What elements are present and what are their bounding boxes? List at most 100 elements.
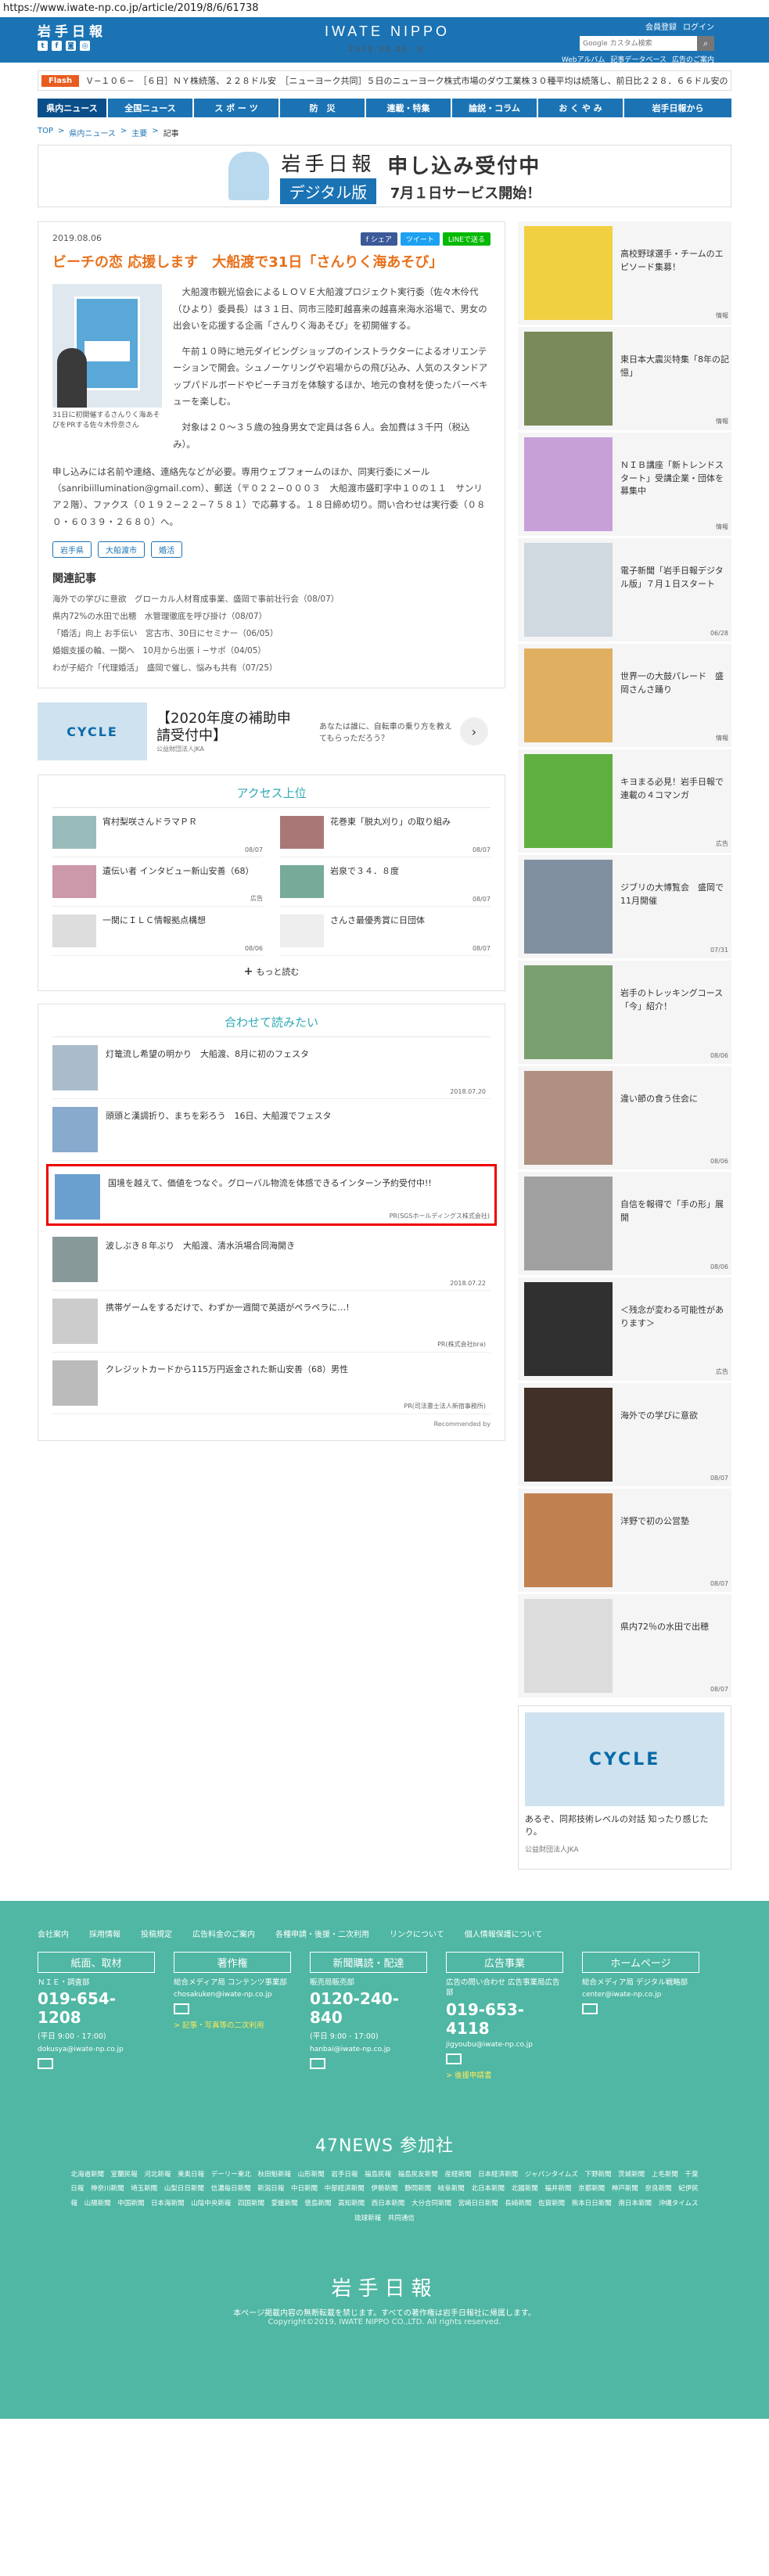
- login-link[interactable]: ログイン: [683, 20, 714, 32]
- news47-members[interactable]: 北海道新聞 室蘭民報 河北新報 東奥日報 デーリー東北 秋田魁新報 山形新聞 岩…: [69, 2168, 700, 2226]
- article-photo[interactable]: [52, 284, 162, 408]
- tag-iwate[interactable]: 岩手県: [52, 541, 92, 558]
- sidebar-item[interactable]: 違い節の食う住会に 08/06: [518, 1066, 731, 1169]
- sidebar-item[interactable]: 高校野球選手・チームのエピソード集募！ 情報: [518, 221, 731, 325]
- register-link[interactable]: 会員登録: [645, 20, 677, 32]
- sponsorship-link[interactable]: > 後援申請書: [446, 2069, 563, 2080]
- footer-link[interactable]: 会社案内: [38, 1928, 69, 1939]
- facebook-icon[interactable]: f: [52, 41, 62, 51]
- more-button[interactable]: + もっと読む: [52, 965, 491, 978]
- tweet-button[interactable]: ツイート: [400, 232, 440, 246]
- footer-link[interactable]: リンクについて: [390, 1928, 444, 1939]
- web-album-link[interactable]: Webアルバム: [562, 54, 605, 64]
- nav-editorial[interactable]: 論説・コラム: [452, 99, 538, 117]
- mail-icon[interactable]: [310, 2057, 325, 2069]
- facebook-share-button[interactable]: f シェア: [360, 232, 397, 246]
- sidebar-item[interactable]: キヨまる必見！岩手日報で連載の４コマンガ 広告: [518, 749, 731, 853]
- cycle-ad[interactable]: CYCLE 【2020年度の補助申請受付中】 公益財団法人JKA あなたは誰に、…: [38, 701, 505, 763]
- email-link[interactable]: dokusya@iwate-np.co.jp: [38, 2046, 155, 2053]
- nav-from-nippo[interactable]: 岩手日報から: [624, 99, 731, 117]
- tag-ofunato[interactable]: 大船渡市: [98, 541, 145, 558]
- recommend-item[interactable]: 頭頭と漢調折り、まちを彩ろう 16日、大船渡でフェスタ: [52, 1099, 491, 1162]
- flash-text[interactable]: Ｖ−１０６− ［６日］ＮＹ株続落、２２８ドル安 ［ニューヨーク共同］５日のニュー…: [85, 74, 731, 87]
- crumb-main[interactable]: 主要: [131, 127, 147, 138]
- sidebar-item[interactable]: 県内72％の水田で出穂 08/07: [518, 1594, 731, 1698]
- sidebar-item[interactable]: 世界一の大鼓パレード 盛岡さんさ踊り 情報: [518, 644, 731, 747]
- nav-national-news[interactable]: 全国ニュース: [108, 99, 194, 117]
- phone-number[interactable]: 019-654-1208: [38, 1989, 155, 2027]
- crumb-local[interactable]: 県内ニュース: [69, 127, 116, 138]
- email-link[interactable]: jigyoubu@iwate-np.co.jp: [446, 2041, 563, 2049]
- footer-link[interactable]: 各種申請・後援・二次利用: [275, 1928, 369, 1939]
- footer-link[interactable]: 個人情報保護について: [465, 1928, 543, 1939]
- phone-number[interactable]: 019-653-4118: [446, 2000, 563, 2038]
- twitter-icon[interactable]: t: [38, 41, 48, 51]
- ranking-item[interactable]: 花巻東「脱丸刈り」の取り組み 08/07: [280, 808, 491, 858]
- sidebar-item[interactable]: 海外での学びに意欲 08/07: [518, 1383, 731, 1486]
- site-logo[interactable]: 岩手日報: [38, 20, 106, 40]
- mail-icon[interactable]: [38, 2057, 53, 2069]
- recommend-item-highlighted[interactable]: 国境を越えて、価値をつなぐ。グローバル物流を体感できるインターン予約受付中!! P…: [46, 1164, 497, 1227]
- site-header: 岩手日報 t f ◙ ◎ IWATE NIPPO 2019.08.06. 火 会…: [0, 17, 769, 64]
- sidebar-thumb: [524, 754, 613, 848]
- recommend-item[interactable]: 携帯ゲームをするだけで、わずか一週間で英語がペラペラに…! PR(株式会社bra): [52, 1291, 491, 1353]
- article-tags: 岩手県 大船渡市 婚活: [52, 541, 491, 558]
- nav-sports[interactable]: ス ポ ー ツ: [194, 99, 280, 117]
- footer-link[interactable]: 採用情報: [89, 1928, 120, 1939]
- rss-icon[interactable]: ◙: [66, 41, 76, 51]
- email-link[interactable]: center@iwate-np.co.jp: [582, 1991, 699, 1999]
- brand-logo[interactable]: IWATE NIPPO 2019.08.06. 火: [309, 23, 465, 54]
- nav-local-news[interactable]: 県内ニュース: [38, 99, 108, 117]
- related-item[interactable]: 婚姻支援の輪、一関へ 10月から出張ｉ−サポ（04/05）: [52, 642, 491, 659]
- secondary-use-link[interactable]: > 記事・写真等の二次利用: [174, 2019, 291, 2030]
- related-item[interactable]: 「婚活」向上 お手伝い 宮古市、30日にセミナー（06/05）: [52, 625, 491, 642]
- phone-number[interactable]: 0120-240-840: [310, 1989, 427, 2027]
- related-item[interactable]: わが子紹介「代理婚活」 盛岡で催し、悩みも共有（07/25）: [52, 659, 491, 677]
- footer-logo[interactable]: 岩手日報: [38, 2272, 731, 2301]
- sidebar-item[interactable]: 東日本大震災特集「8年の記憶」 情報: [518, 327, 731, 430]
- sidebar-item[interactable]: 自信を報得で「手の形」展開 08/06: [518, 1172, 731, 1275]
- recommend-thumb: [52, 1299, 98, 1345]
- search-icon[interactable]: ⌕: [697, 36, 714, 51]
- sidebar-item[interactable]: 岩手のトレッキングコース「今」紹介！ 08/06: [518, 961, 731, 1064]
- ad-info-link[interactable]: 広告のご案内: [672, 54, 714, 64]
- recommend-item[interactable]: 波しぶき８年ぶり 大船渡、清水浜場合同海開き 2018.07.22: [52, 1229, 491, 1292]
- ranking-item[interactable]: 遺伝い者 インタビュー新山安善（68） 広告: [52, 857, 263, 907]
- sidebar-item[interactable]: 洋野で初の公営塾 08/07: [518, 1489, 731, 1592]
- email-link[interactable]: chosakuken@iwate-np.co.jp: [174, 1991, 291, 1999]
- ranking-item[interactable]: さんさ最優秀賞に日団体 08/07: [280, 907, 491, 957]
- sidebar-item[interactable]: ＜残念が変わる可能性があります＞ 広告: [518, 1277, 731, 1381]
- crumb-top[interactable]: TOP: [38, 127, 53, 138]
- url-bar[interactable]: https://www.iwate-np.co.jp/article/2019/…: [0, 0, 769, 17]
- instagram-icon[interactable]: ◎: [80, 41, 90, 51]
- digital-edition-banner[interactable]: 岩手日報 デジタル版 申し込み受付中 7月１日サービス開始！: [38, 145, 731, 207]
- article-db-link[interactable]: 記事データベース: [610, 54, 667, 64]
- nav-disaster[interactable]: 防 災: [280, 99, 366, 117]
- sidebar-item[interactable]: ジブリの大博覧会 盛岡で11月開催 07/31: [518, 855, 731, 958]
- banner-brand-bottom: デジタル版: [279, 178, 377, 204]
- related-item[interactable]: 県内72%の水田で出穂 水管理徹底を呼び掛け（08/07）: [52, 608, 491, 625]
- sidebar-ad[interactable]: CYCLE あるぞ、同邦技術レベルの対話 知ったり感じたり。 公益財団法人JKA: [518, 1705, 731, 1870]
- footer-link[interactable]: 広告料金のご案内: [192, 1928, 255, 1939]
- recommend-item[interactable]: クレジットカードから115万円返金された新山安善（68）男性 PR(司法書士法人新…: [52, 1353, 491, 1415]
- sidebar-item[interactable]: 電子新聞「岩手日報デジタル版」７月１日スタート 06/28: [518, 538, 731, 641]
- sidebar-thumb: [524, 1493, 613, 1587]
- ranking-item[interactable]: 宵村梨咲さんドラマＰＲ 08/07: [52, 808, 263, 858]
- chevron-right-icon[interactable]: ›: [460, 717, 488, 746]
- mail-icon[interactable]: [174, 2003, 189, 2015]
- mail-icon[interactable]: [446, 2053, 462, 2064]
- ranking-item[interactable]: 岩泉で３４．８度 08/07: [280, 857, 491, 907]
- ranking-item[interactable]: 一関にＩＬＣ情報拠点構想 08/06: [52, 907, 263, 957]
- nav-features[interactable]: 連載・特集: [366, 99, 452, 117]
- recommend-item[interactable]: 灯篭流し希望の明かり 大船渡、8月に初のフェスタ 2018.07.20: [52, 1037, 491, 1100]
- search-input[interactable]: [580, 36, 697, 51]
- mail-icon[interactable]: [582, 2003, 598, 2015]
- email-link[interactable]: hanbai@iwate-np.co.jp: [310, 2046, 427, 2053]
- related-item[interactable]: 海外での学びに意欲 グローカル人材育成事業、盛岡で事前壮行会（08/07）: [52, 591, 491, 608]
- line-share-button[interactable]: LINEで送る: [442, 232, 491, 246]
- sidebar-item[interactable]: ＮＩＢ講座「新トレンドスタート」受講企業・団体を募集中 情報: [518, 433, 731, 536]
- footer-link[interactable]: 投稿規定: [141, 1928, 172, 1939]
- tag-konkatsu[interactable]: 婚活: [151, 541, 182, 558]
- share-buttons: f シェア ツイート LINEで送る: [52, 232, 491, 246]
- nav-obituaries[interactable]: お く や み: [538, 99, 624, 117]
